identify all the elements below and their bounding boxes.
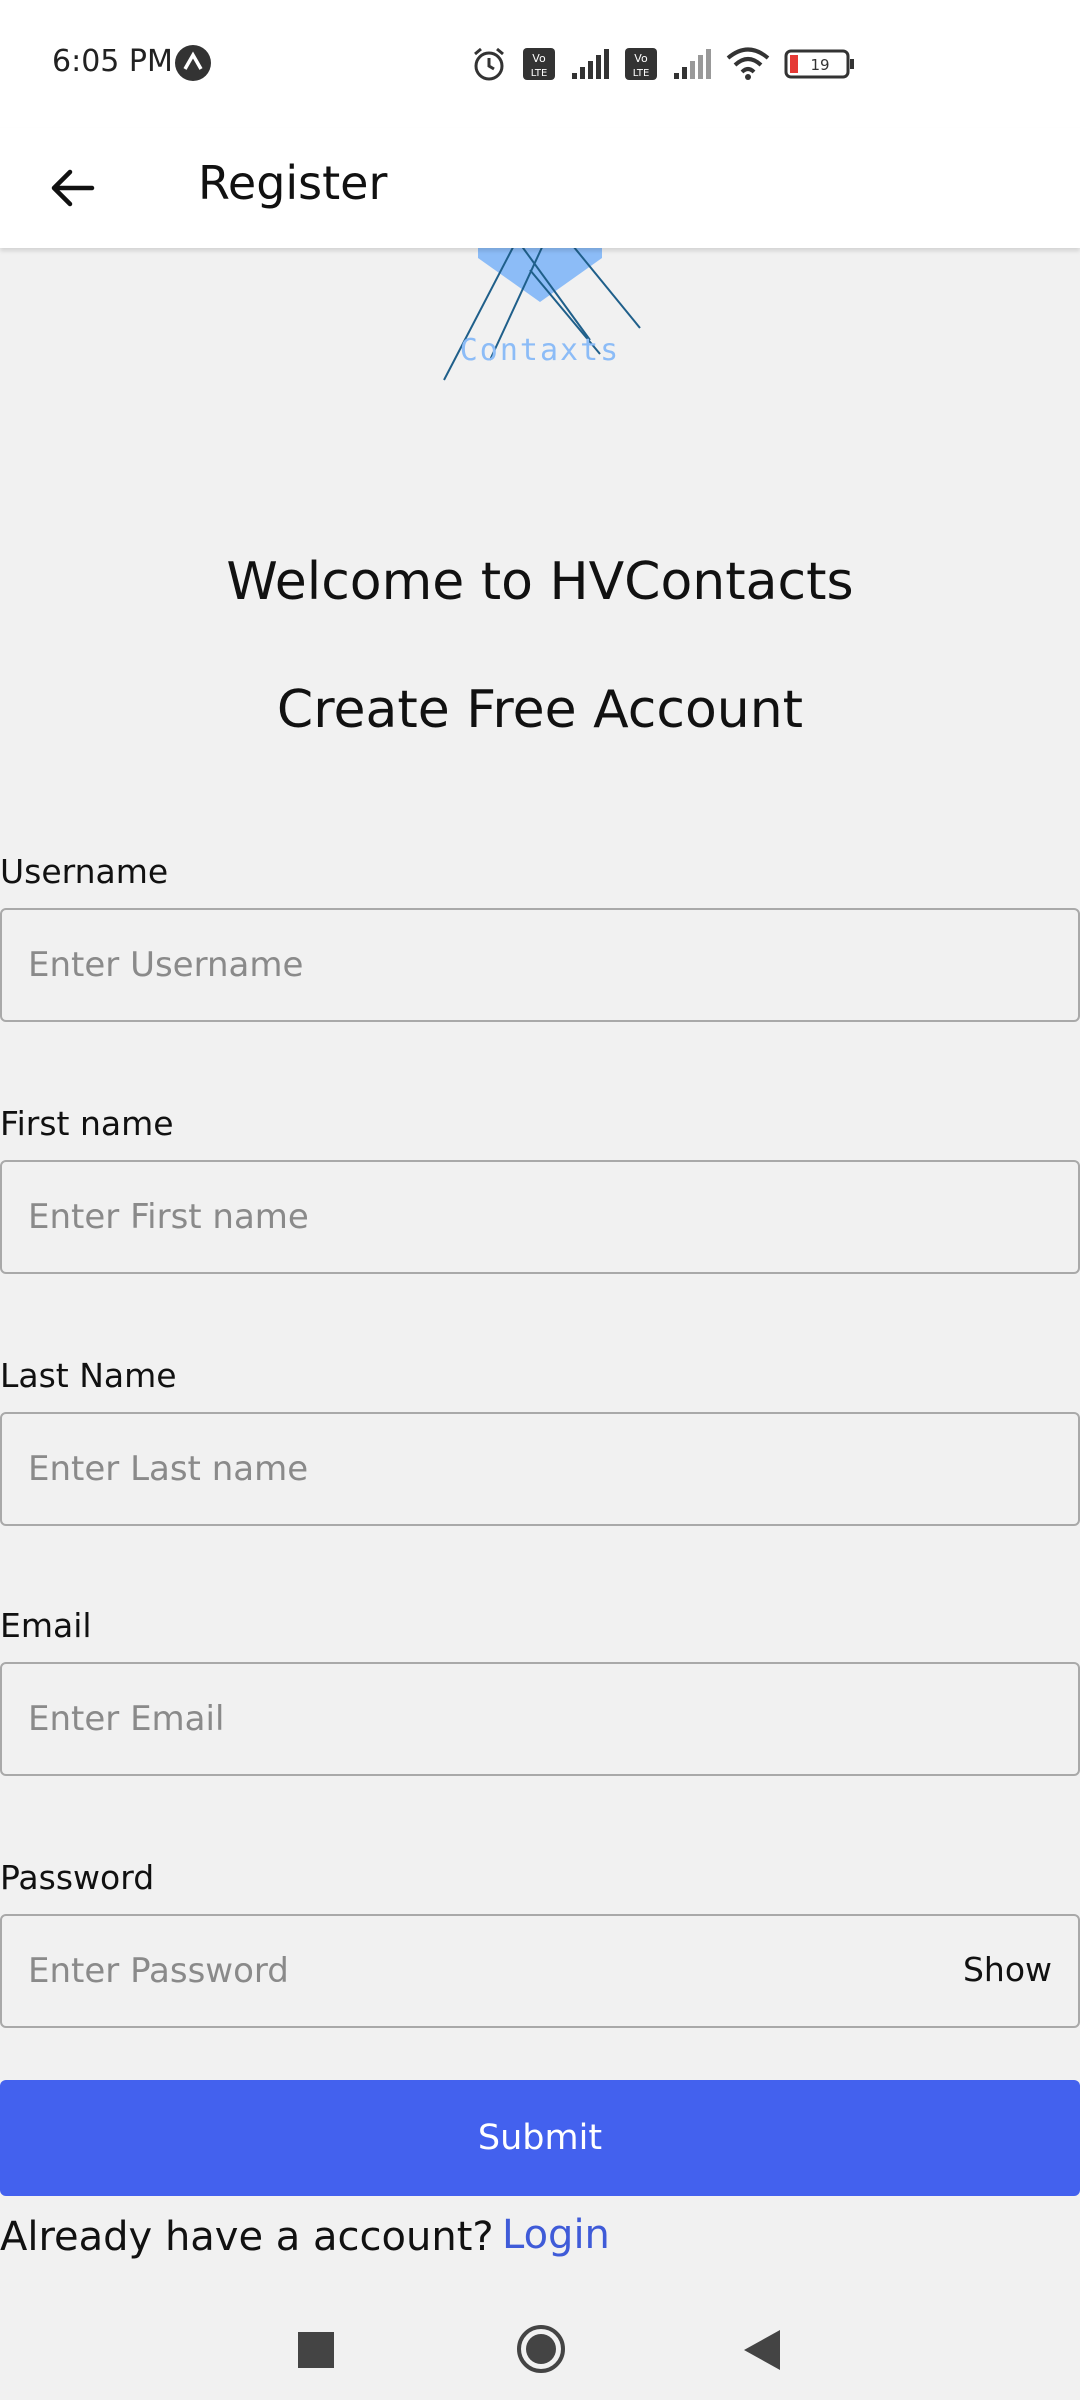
username-label: Username: [0, 852, 169, 891]
battery-level: 19: [810, 56, 829, 74]
username-field[interactable]: [0, 908, 1080, 1022]
svg-text:LTE: LTE: [531, 68, 548, 79]
back-arrow-icon[interactable]: [44, 160, 100, 216]
home-icon[interactable]: [516, 2324, 566, 2374]
email-label: Email: [0, 1606, 92, 1645]
email-input[interactable]: [28, 1664, 908, 1774]
app-bar: Register: [0, 128, 1080, 248]
email-field[interactable]: [0, 1662, 1080, 1776]
last-name-field[interactable]: [0, 1412, 1080, 1526]
app-logo: Contaxts: [443, 230, 641, 381]
logo-text: Contaxts: [460, 333, 621, 368]
status-time: 6:05 PM: [52, 44, 173, 79]
nav-back-icon[interactable]: [742, 2328, 782, 2372]
password-label: Password: [0, 1858, 155, 1897]
show-password-button[interactable]: Show: [963, 1950, 1052, 1989]
welcome-heading: Welcome to HVContacts: [226, 552, 854, 612]
system-nav-bar: [0, 2272, 1080, 2400]
username-input[interactable]: [28, 910, 908, 1020]
volte-icon-2: Vo LTE: [625, 48, 657, 80]
svg-text:Vo: Vo: [634, 52, 648, 65]
submit-button[interactable]: Submit: [0, 2080, 1080, 2196]
battery-icon: 19: [784, 49, 854, 79]
first-name-input[interactable]: [28, 1162, 908, 1272]
password-input[interactable]: [28, 1916, 908, 2026]
create-account-heading: Create Free Account: [276, 680, 804, 740]
last-name-input[interactable]: [28, 1414, 908, 1524]
svg-text:Vo: Vo: [532, 52, 546, 65]
already-have-account-text: Already have a account?: [0, 2214, 494, 2260]
status-bar: 6:05 PM Vo LTE Vo LTE 19: [0, 0, 1080, 128]
app-notification-icon: [175, 45, 211, 81]
last-name-label: Last Name: [0, 1356, 177, 1395]
signal-icon-2: [674, 49, 711, 79]
svg-text:LTE: LTE: [633, 68, 650, 79]
signal-icon: [572, 49, 609, 79]
status-icons: Vo LTE Vo LTE 19: [470, 44, 856, 84]
login-link[interactable]: Login: [502, 2212, 610, 2258]
volte-icon: Vo LTE: [523, 48, 555, 80]
first-name-label: First name: [0, 1104, 174, 1143]
page-title: Register: [198, 156, 388, 210]
password-field[interactable]: Show: [0, 1914, 1080, 2028]
first-name-field[interactable]: [0, 1160, 1080, 1274]
wifi-icon: [726, 47, 770, 80]
recents-icon[interactable]: [298, 2332, 334, 2368]
alarm-icon: [474, 47, 504, 81]
